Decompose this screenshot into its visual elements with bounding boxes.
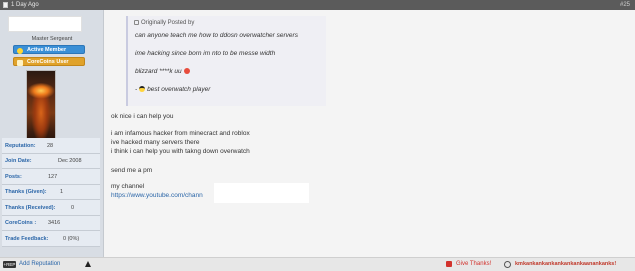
stat-value: 28 bbox=[47, 142, 54, 149]
badge-label: CoreCoins User bbox=[27, 59, 69, 65]
badge-label: Active Member bbox=[27, 47, 67, 53]
stat-thanks-received: Thanks (Received): 0 bbox=[2, 200, 100, 216]
link-redacted bbox=[214, 183, 309, 203]
add-reputation-link[interactable]: Add Reputation bbox=[19, 261, 60, 267]
stat-label: CoreCoins : bbox=[5, 220, 37, 226]
message-line: i think i can help you with takng down o… bbox=[111, 148, 250, 155]
message-line: send me a pm bbox=[111, 167, 153, 174]
stat-label: Thanks (Given): bbox=[5, 189, 47, 195]
stat-trade-feedback: Trade Feedback: 0 (0%) bbox=[2, 231, 100, 247]
badge-corecoins-user: CoreCoins User bbox=[13, 57, 85, 66]
stat-label: Posts: bbox=[5, 173, 22, 180]
angry-emoji-icon bbox=[183, 68, 190, 75]
quote-line: can anyone teach me how to ddosn overwat… bbox=[135, 32, 298, 39]
stat-value: 0 bbox=[71, 204, 75, 211]
post-header: 1 Day Ago #25 bbox=[0, 0, 635, 10]
quote-line-with-emoji: blizzard ****k uu bbox=[135, 68, 190, 75]
lightbulb-icon bbox=[17, 47, 23, 54]
user-stats: Reputation: 28 Join Date: Dec 2008 Posts… bbox=[2, 138, 100, 247]
quote-prefix: - bbox=[135, 86, 138, 93]
report-warning-icon[interactable] bbox=[85, 261, 91, 267]
thanked-user-icon bbox=[504, 261, 511, 268]
message-line: i am infamous hacker from minecract and … bbox=[111, 130, 250, 137]
quote-line-text: best overwatch player bbox=[147, 86, 211, 93]
quote-icon bbox=[134, 20, 139, 25]
stat-join-date: Join Date: Dec 2008 bbox=[2, 153, 100, 169]
thanks-icon[interactable] bbox=[446, 261, 452, 267]
post-time: 1 Day Ago bbox=[11, 1, 39, 8]
youtube-link[interactable]: https://www.youtube.com/chann bbox=[111, 192, 203, 199]
user-title: Master Sergeant bbox=[31, 36, 73, 42]
stat-value: 1 bbox=[60, 189, 64, 195]
page-icon bbox=[3, 2, 8, 8]
message-line: ok nice i can help you bbox=[111, 113, 174, 120]
quote-block: Originally Posted by can anyone teach me… bbox=[126, 16, 326, 106]
coin-icon bbox=[17, 59, 23, 66]
stat-posts: Posts: 127 bbox=[2, 169, 100, 185]
stat-value: 0 (0%) bbox=[63, 235, 80, 242]
stat-value: 127 bbox=[48, 173, 58, 180]
post-number-link[interactable]: #25 bbox=[620, 2, 630, 8]
username-redacted[interactable] bbox=[8, 16, 82, 32]
message-line: ive hacked many servers there bbox=[111, 139, 200, 146]
post-content: Originally Posted by can anyone teach me… bbox=[105, 10, 635, 257]
badge-active-member: Active Member bbox=[13, 45, 85, 54]
stat-label: Trade Feedback: bbox=[5, 235, 49, 242]
stat-value: 3416 bbox=[48, 220, 61, 226]
thanked-by-user[interactable]: kmkankankankankankankaanankanks! bbox=[515, 261, 616, 267]
cool-emoji-icon bbox=[139, 86, 146, 93]
user-info-panel: Master Sergeant Active Member CoreCoins … bbox=[0, 10, 104, 257]
stat-reputation: Reputation: 28 bbox=[2, 138, 100, 154]
quote-line-with-emoji: - best overwatch player bbox=[135, 86, 210, 93]
stat-value: Dec 2008 bbox=[58, 158, 82, 164]
stat-corecoins: CoreCoins : 3416 bbox=[2, 215, 100, 231]
stat-thanks-given: Thanks (Given): 1 bbox=[2, 184, 100, 200]
quote-line: ime hacking since born im nto to be mess… bbox=[135, 50, 276, 57]
quote-header-text: Originally Posted by bbox=[141, 20, 195, 27]
give-thanks-button[interactable]: Give Thanks! bbox=[456, 261, 491, 267]
reputation-icon[interactable]: +REP bbox=[3, 261, 16, 268]
stat-label: Join Date: bbox=[5, 158, 32, 164]
stat-label: Thanks (Received): bbox=[5, 204, 56, 211]
message-line: my channel bbox=[111, 183, 145, 190]
quote-header: Originally Posted by bbox=[134, 20, 194, 26]
post-footer: +REP Add Reputation Give Thanks! kmkanka… bbox=[0, 257, 635, 271]
quote-line-text: blizzard ****k uu bbox=[135, 68, 182, 75]
avatar[interactable] bbox=[26, 70, 56, 148]
stat-label: Reputation: bbox=[5, 142, 36, 149]
